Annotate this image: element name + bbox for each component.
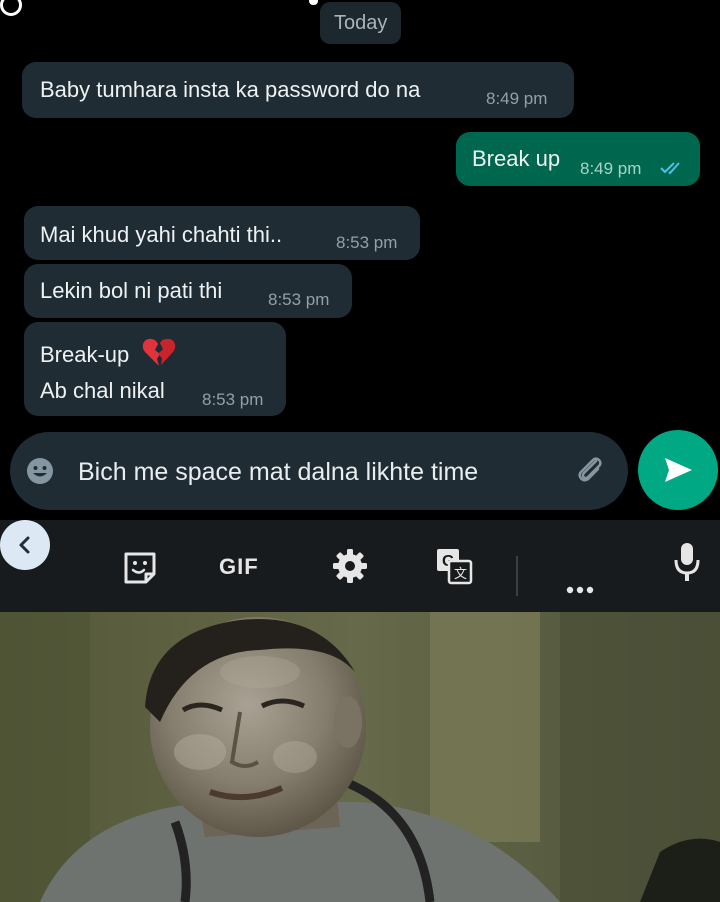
message-text: Lekin bol ni pati thi: [40, 278, 223, 303]
message-time: 8:49 pm: [486, 89, 548, 108]
message-input-field[interactable]: Bich me space mat dalna likhte time: [10, 432, 628, 510]
message-time: 8:53 pm: [336, 233, 398, 252]
svg-text:文: 文: [454, 567, 467, 582]
message-text: Break up: [472, 146, 561, 171]
toolbar-divider: [516, 556, 518, 596]
cropped-header-shape: [0, 0, 22, 16]
send-icon: [665, 458, 692, 482]
broken-heart-icon: [142, 338, 176, 366]
message-time: 8:53 pm: [202, 390, 264, 409]
paperclip-icon[interactable]: [572, 452, 608, 488]
message-text: Mai khud yahi chahti thi..: [40, 222, 283, 247]
message-bubble-incoming[interactable]: Mai khud yahi chahti thi.. 8:53 pm: [24, 206, 420, 260]
translate-icon[interactable]: G 文: [434, 542, 474, 590]
reaction-photo: [0, 612, 720, 902]
message-time: 8:53 pm: [268, 290, 330, 309]
read-ticks-icon: [660, 162, 680, 175]
message-text-line: Ab chal nikal: [40, 378, 165, 403]
gif-button[interactable]: GIF: [219, 554, 259, 580]
screenshot: Today Baby tumhara insta ka password do …: [0, 0, 720, 902]
message-time: 8:49 pm: [580, 159, 642, 178]
message-bubble-incoming[interactable]: Lekin bol ni pati thi 8:53 pm: [24, 264, 352, 318]
microphone-icon[interactable]: [672, 538, 702, 586]
message-text: Baby tumhara insta ka password do na: [40, 77, 421, 102]
settings-gear-icon[interactable]: [330, 542, 370, 590]
date-divider: Today: [320, 2, 402, 44]
sticker-icon[interactable]: [120, 544, 160, 592]
message-text-line: Break-up: [40, 342, 130, 367]
keyboard-toolbar: GIF G 文: [0, 520, 720, 612]
emoji-icon[interactable]: [26, 457, 54, 485]
more-dots-icon[interactable]: [564, 566, 600, 614]
message-bubble-outgoing[interactable]: Break up 8:49 pm: [456, 132, 700, 186]
message-bubble-incoming[interactable]: Break-up Ab chal nikal 8:53 pm: [24, 322, 286, 416]
keyboard-back-button[interactable]: [0, 520, 50, 570]
message-input-text[interactable]: Bich me space mat dalna likhte time: [78, 458, 478, 487]
send-button[interactable]: [638, 430, 718, 510]
man-reaction-image: [0, 612, 720, 902]
cropped-header-glyph: [309, 0, 318, 5]
message-bubble-incoming[interactable]: Baby tumhara insta ka password do na 8:4…: [22, 62, 574, 118]
back-chevron-icon: [19, 536, 30, 554]
